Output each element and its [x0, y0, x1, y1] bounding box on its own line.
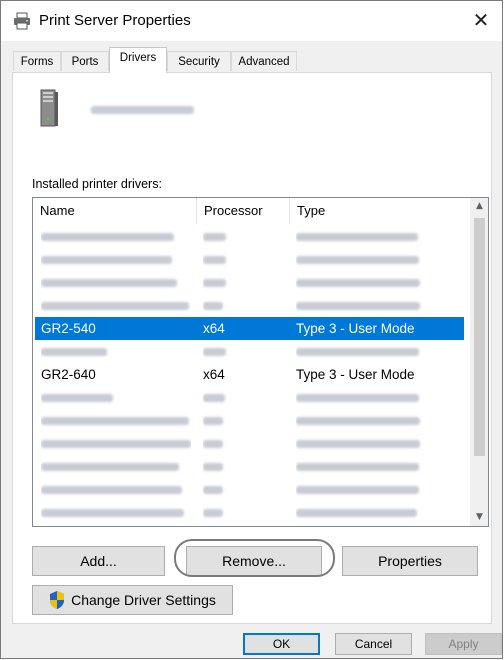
driver-name-cell: GR2-640: [41, 367, 96, 382]
driver-type-cell: [296, 386, 464, 409]
installed-drivers-list[interactable]: Name Processor Type GR2-540 x64 Type 3 - U…: [32, 197, 489, 527]
driver-type-cell: [296, 432, 464, 455]
driver-type-cell: [296, 294, 464, 317]
driver-row[interactable]: [35, 478, 464, 501]
driver-row[interactable]: [35, 271, 464, 294]
driver-row[interactable]: [35, 524, 464, 526]
driver-name-cell: [41, 432, 191, 455]
driver-type-cell: [296, 271, 464, 294]
driver-type-cell: [296, 501, 464, 524]
title-bar: Print Server Properties ✕: [1, 1, 502, 41]
cancel-button[interactable]: Cancel: [335, 633, 412, 655]
driver-processor-cell: [203, 340, 283, 363]
apply-button: Apply: [425, 633, 502, 655]
installed-drivers-label: Installed printer drivers:: [32, 177, 162, 191]
driver-row[interactable]: [35, 409, 464, 432]
driver-name-cell: [41, 248, 191, 271]
tab-drivers[interactable]: Drivers: [109, 47, 167, 73]
column-header-name[interactable]: Name: [33, 198, 196, 224]
driver-processor-cell: [203, 225, 283, 248]
driver-row[interactable]: [35, 455, 464, 478]
driver-name-cell: GR2-540: [41, 321, 96, 336]
driver-row[interactable]: [35, 501, 464, 524]
remove-button-highlight: [174, 539, 335, 577]
driver-processor-cell: [203, 501, 283, 524]
column-header-type[interactable]: Type: [289, 198, 470, 224]
driver-row[interactable]: [35, 432, 464, 455]
close-icon: ✕: [472, 8, 490, 32]
driver-row[interactable]: [35, 248, 464, 271]
driver-name-cell: [41, 294, 191, 317]
list-header: Name Processor Type: [33, 198, 470, 224]
driver-processor-cell: [203, 478, 283, 501]
driver-processor-cell: [203, 409, 283, 432]
driver-type-cell: Type 3 - User Mode: [296, 321, 415, 336]
print-server-properties-window: Print Server Properties ✕ Forms Ports Dr…: [0, 0, 503, 659]
close-button[interactable]: ✕: [466, 5, 496, 35]
add-button[interactable]: Add...: [32, 546, 165, 576]
driver-type-cell: [296, 409, 464, 432]
driver-processor-cell: [203, 524, 283, 526]
driver-type-cell: [296, 340, 464, 363]
driver-name-cell: [41, 524, 191, 526]
driver-row[interactable]: [35, 294, 464, 317]
ok-button[interactable]: OK: [243, 633, 320, 655]
driver-processor-cell: [203, 271, 283, 294]
driver-type-cell: [296, 455, 464, 478]
scroll-up-icon[interactable]: ▲: [471, 198, 488, 215]
driver-row[interactable]: [35, 386, 464, 409]
uac-shield-icon: [48, 590, 66, 610]
driver-name-cell: [41, 225, 191, 248]
driver-name-cell: [41, 478, 191, 501]
driver-row[interactable]: [35, 340, 464, 363]
server-tower-icon: [38, 89, 60, 127]
properties-button[interactable]: Properties: [342, 546, 478, 576]
server-name-redacted: [91, 103, 194, 114]
driver-row[interactable]: GR2-640 x64 Type 3 - User Mode: [35, 363, 464, 386]
driver-name-cell: [41, 455, 191, 478]
driver-name-cell: [41, 340, 191, 363]
tab-ports[interactable]: Ports: [61, 51, 109, 71]
driver-name-cell: [41, 386, 191, 409]
driver-processor-cell: [203, 294, 283, 317]
driver-name-cell: [41, 409, 191, 432]
driver-row[interactable]: [35, 225, 464, 248]
driver-type-cell: [296, 248, 464, 271]
driver-processor-cell: [203, 248, 283, 271]
printer-icon: [13, 12, 31, 30]
driver-type-cell: [296, 478, 464, 501]
driver-processor-cell: x64: [203, 367, 225, 382]
tab-security[interactable]: Security: [167, 51, 231, 71]
scroll-down-icon[interactable]: ▼: [471, 509, 488, 526]
driver-type-cell: [296, 225, 464, 248]
tab-advanced[interactable]: Advanced: [231, 51, 297, 71]
driver-processor-cell: [203, 432, 283, 455]
tab-forms[interactable]: Forms: [13, 51, 61, 71]
driver-name-cell: [41, 501, 191, 524]
scrollbar-thumb[interactable]: [474, 218, 485, 456]
driver-type-cell: [296, 524, 464, 526]
window-title: Print Server Properties: [39, 12, 191, 29]
driver-processor-cell: [203, 386, 283, 409]
driver-processor-cell: [203, 455, 283, 478]
vertical-scrollbar[interactable]: ▲ ▼: [470, 198, 488, 526]
driver-type-cell: Type 3 - User Mode: [296, 367, 415, 382]
driver-row[interactable]: GR2-540 x64 Type 3 - User Mode: [35, 317, 464, 340]
column-header-processor[interactable]: Processor: [196, 198, 289, 224]
driver-name-cell: [41, 271, 191, 294]
driver-processor-cell: x64: [203, 321, 225, 336]
